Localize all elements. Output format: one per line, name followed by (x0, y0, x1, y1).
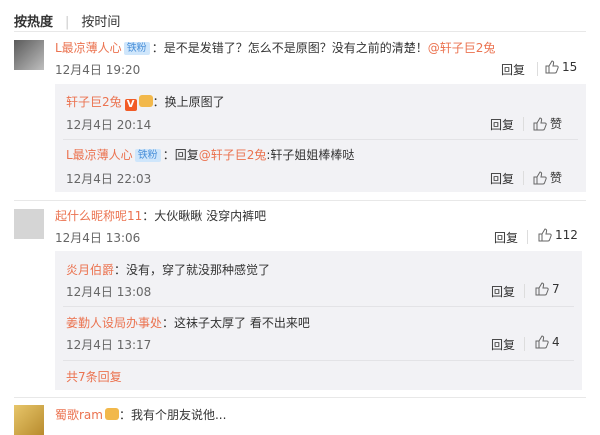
sub-comment-text: ：没有，穿了就没那种感觉了 (114, 263, 271, 277)
sub-comment-content: 轩子巨2兔 V ：换上原图了 (66, 93, 225, 111)
sub-comment-time: 12月4日 22:03 (66, 172, 152, 186)
thumbs-up-icon (545, 60, 559, 74)
comment-content: 蜀歌ram ：我有个朋友说他... (55, 406, 226, 423)
verified-icon: V (124, 99, 137, 111)
sort-by-time[interactable]: 按时间 (81, 15, 120, 30)
reply-button[interactable]: 回复 (490, 170, 514, 187)
sub-comment-content: 炎月伯爵：没有，穿了就没那种感觉了 (66, 261, 270, 278)
thumbs-up-icon (535, 282, 549, 296)
sub-divider (63, 360, 574, 361)
action-divider (523, 171, 524, 185)
thumbs-up-icon (538, 228, 552, 242)
sub-comment-text: :轩子姐姐棒棒哒 (266, 148, 355, 162)
mention-link[interactable]: @轩子巨2兔 (199, 148, 267, 162)
comment-text: ：我有个朋友说他... (118, 408, 227, 422)
divider (14, 31, 586, 32)
sub-comment-username[interactable]: L最凉薄人心 (66, 148, 133, 162)
reply-button[interactable]: 回复 (490, 116, 514, 133)
sub-comment-time: 12月4日 13:17 (66, 338, 152, 352)
thumbs-up-icon (533, 171, 547, 185)
comment-text: ：大伙瞅瞅 没穿内裤吧 (142, 209, 267, 223)
sub-comment-username[interactable]: 姜勤人设局办事处 (66, 316, 162, 330)
reply-button[interactable]: 回复 (491, 336, 515, 353)
like-button[interactable]: 7 (535, 282, 560, 296)
divider (14, 200, 586, 201)
comment-time: 12月4日 13:06 (55, 231, 141, 245)
like-button[interactable]: 4 (535, 335, 560, 349)
mention-link[interactable]: @轩子巨2兔 (428, 41, 496, 55)
like-button[interactable]: 112 (538, 228, 578, 242)
comment-content: 起什么昵称呢11：大伙瞅瞅 没穿内裤吧 (55, 207, 266, 224)
comment-content: L最凉薄人心 铁粉 ：是不是发错了？怎么不是原图？没有之前的清楚！@轩子巨2兔 (55, 39, 495, 56)
action-divider (524, 284, 525, 298)
avatar[interactable] (14, 405, 44, 435)
like-count: 112 (555, 228, 578, 242)
comment-username[interactable]: 蜀歌ram (55, 408, 103, 422)
thumbs-up-icon (535, 335, 549, 349)
sub-comment-username[interactable]: 轩子巨2兔 (66, 95, 122, 109)
like-count: 4 (552, 335, 560, 349)
sort-divider: | (65, 15, 70, 30)
sort-by-hot[interactable]: 按热度 (14, 15, 53, 30)
like-label: 赞 (550, 117, 563, 131)
reply-button[interactable]: 回复 (491, 283, 515, 300)
sub-comment-username[interactable]: 炎月伯爵 (66, 263, 114, 277)
comment-username[interactable]: 起什么昵称呢11 (55, 209, 142, 223)
reply-prefix: ：回复 (162, 148, 199, 162)
more-replies-link[interactable]: 共7条回复 (66, 368, 122, 385)
action-divider (537, 62, 538, 76)
reply-button[interactable]: 回复 (501, 61, 525, 78)
thumbs-up-icon (533, 117, 547, 131)
comment-text: ：是不是发错了？怎么不是原图？没有之前的清楚！ (151, 41, 428, 55)
medal-icon (104, 408, 119, 420)
sub-comment-time: 12月4日 20:14 (66, 118, 152, 132)
sub-divider (63, 139, 578, 140)
like-count: 15 (562, 60, 578, 74)
sub-comment-content: L最凉薄人心 铁粉 ：回复@轩子巨2兔:轩子姐姐棒棒哒 (66, 146, 354, 163)
sub-divider (63, 306, 574, 307)
sort-bar: 按热度 | 按时间 (14, 11, 120, 30)
sub-comment-time: 12月4日 13:08 (66, 285, 152, 299)
action-divider (524, 337, 525, 351)
fan-badge[interactable]: 铁粉 (123, 42, 150, 55)
action-divider (523, 117, 524, 131)
sub-comment-text: ：这袜子太厚了 看不出来吧 (162, 316, 310, 330)
sub-comment-text: ：换上原图了 (152, 95, 225, 109)
divider (14, 397, 586, 398)
comment-time: 12月4日 19:20 (55, 63, 141, 77)
reply-button[interactable]: 回复 (494, 229, 518, 246)
like-count: 7 (552, 282, 560, 296)
action-divider (527, 230, 528, 244)
like-button[interactable]: 赞 (533, 115, 562, 132)
fan-badge[interactable]: 铁粉 (134, 149, 161, 162)
medal-icon (138, 95, 153, 107)
avatar[interactable] (14, 209, 44, 239)
like-label: 赞 (550, 171, 563, 185)
sub-comment-content: 姜勤人设局办事处：这袜子太厚了 看不出来吧 (66, 314, 310, 331)
avatar[interactable] (14, 40, 44, 70)
like-button[interactable]: 15 (545, 60, 577, 74)
comment-username[interactable]: L最凉薄人心 (55, 41, 122, 55)
like-button[interactable]: 赞 (533, 169, 562, 186)
